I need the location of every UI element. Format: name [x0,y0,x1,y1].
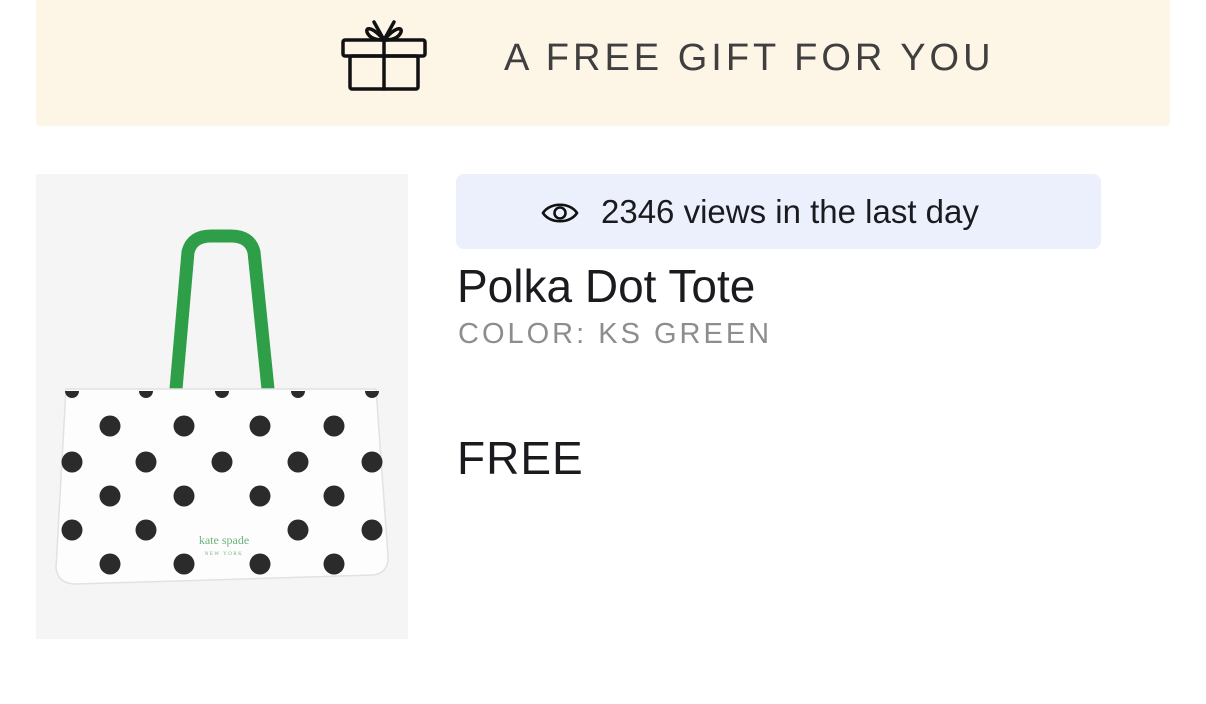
tote-dot [173,485,195,507]
tote-dot [135,519,157,541]
free-gift-banner: A FREE GIFT FOR YOU [36,0,1170,126]
tote-dot [211,451,233,473]
tote-dot [135,451,157,473]
brand-logo-subtext: NEW YORK [205,552,244,557]
tote-dot [287,519,309,541]
views-text: 2346 views in the last day [601,193,979,230]
tote-dot [323,553,345,575]
tote-dot [287,451,309,473]
tote-dot [173,415,195,437]
banner-text: A FREE GIFT FOR YOU [504,37,995,79]
tote-dot [173,553,195,575]
tote-dot [249,485,271,507]
tote-dot [99,415,121,437]
product-price: FREE [457,432,584,484]
tote-dot [99,553,121,575]
tote-dot [61,519,83,541]
product-title[interactable]: Polka Dot Tote [457,258,755,314]
gift-icon [341,20,427,91]
tote-dot [361,519,383,541]
tote-dot [99,485,121,507]
tote-strap [169,229,275,396]
tote-dot [249,553,271,575]
tote-dot [323,415,345,437]
product-color: COLOR: KS GREEN [458,318,773,350]
tote-dot [361,451,383,473]
eye-icon [541,203,579,223]
brand-logo-text: kate spade [199,533,249,547]
tote-dot [323,485,345,507]
tote-dot [61,451,83,473]
tote-dot [249,415,271,437]
views-badge: 2346 views in the last day [456,174,1101,249]
product-image[interactable]: kate spade NEW YORK [36,174,408,639]
